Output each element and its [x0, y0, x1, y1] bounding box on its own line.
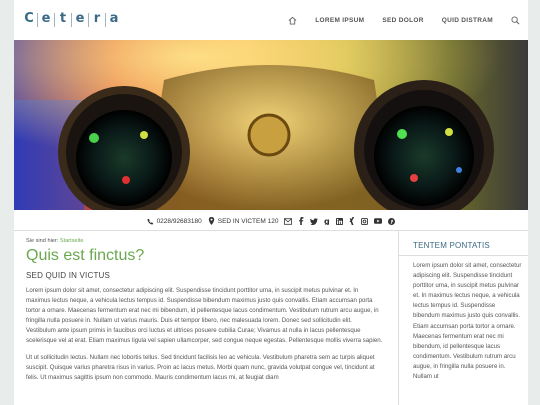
sidebar-text: Lorem ipsum dolor sit amet, consectetur … — [413, 262, 522, 381]
main-nav: LOREM IPSUM SED DOLOR QUID DISTRAM — [288, 15, 520, 25]
site-header: C e t e r a LOREM IPSUM SED DOLOR QUID D… — [14, 0, 528, 40]
main-content: Sie sind hier: Startseite Quis est finct… — [26, 238, 383, 383]
facebook-icon[interactable] — [298, 217, 304, 225]
location-contact[interactable]: SED IN VICTEM 120 — [208, 217, 279, 225]
phone-contact[interactable]: 0228/92683180 — [146, 217, 202, 225]
breadcrumb-link-home[interactable]: Startseite — [60, 238, 84, 244]
logo-letter: e — [41, 11, 51, 26]
youtube-icon[interactable] — [374, 218, 383, 224]
search-icon[interactable] — [511, 15, 520, 25]
hero-image-binoculars — [14, 40, 528, 210]
page-title: Quis est finctus? — [26, 247, 145, 264]
site-logo[interactable]: C e t e r a — [22, 12, 121, 28]
body-paragraph: Ut ut sollicitudin lectus. Nullam nec lo… — [26, 353, 375, 381]
pinterest-icon[interactable] — [388, 217, 396, 225]
sidebar: TENTEM PONTATIS Lorem ipsum dolor sit am… — [398, 231, 528, 405]
phone-number: 0228/92683180 — [156, 217, 202, 225]
body-paragraph: Lorem ipsum dolor sit amet, consectetur … — [26, 287, 383, 345]
logo-divider — [105, 13, 106, 27]
phone-icon — [146, 218, 153, 225]
logo-divider — [71, 13, 72, 27]
contact-bar: 0228/92683180 SED IN VICTEM 120 g — [14, 212, 528, 231]
page: C e t e r a LOREM IPSUM SED DOLOR QUID D… — [14, 0, 528, 405]
sidebar-divider — [399, 255, 528, 256]
logo-letter: t — [59, 11, 67, 26]
logo-letter: r — [93, 11, 101, 26]
sidebar-title: TENTEM PONTATIS — [413, 241, 490, 250]
twitter-icon[interactable] — [310, 217, 319, 225]
section-subtitle: SED QUID IN VICTUS — [26, 271, 111, 280]
breadcrumb: Sie sind hier: Startseite — [26, 238, 383, 244]
logo-divider — [37, 13, 38, 27]
mail-icon[interactable] — [284, 217, 293, 225]
linkedin-icon[interactable] — [336, 217, 344, 225]
location-text: SED IN VICTEM 120 — [217, 217, 279, 225]
map-pin-icon — [208, 217, 214, 225]
google-plus-icon[interactable]: g — [324, 217, 330, 225]
instagram-icon[interactable] — [361, 217, 369, 225]
logo-letter: C — [24, 11, 34, 26]
breadcrumb-prefix: Sie sind hier: — [26, 238, 59, 244]
nav-item-quid-distram[interactable]: QUID DISTRAM — [442, 17, 493, 24]
logo-divider — [54, 13, 55, 27]
xing-icon[interactable] — [349, 217, 355, 225]
logo-letter: a — [109, 11, 119, 26]
svg-text:g: g — [324, 217, 330, 225]
home-icon[interactable] — [288, 16, 297, 25]
logo-letter: e — [75, 11, 85, 26]
nav-item-sed-dolor[interactable]: SED DOLOR — [382, 17, 423, 24]
logo-divider — [88, 13, 89, 27]
nav-item-lorem-ipsum[interactable]: LOREM IPSUM — [315, 17, 364, 24]
